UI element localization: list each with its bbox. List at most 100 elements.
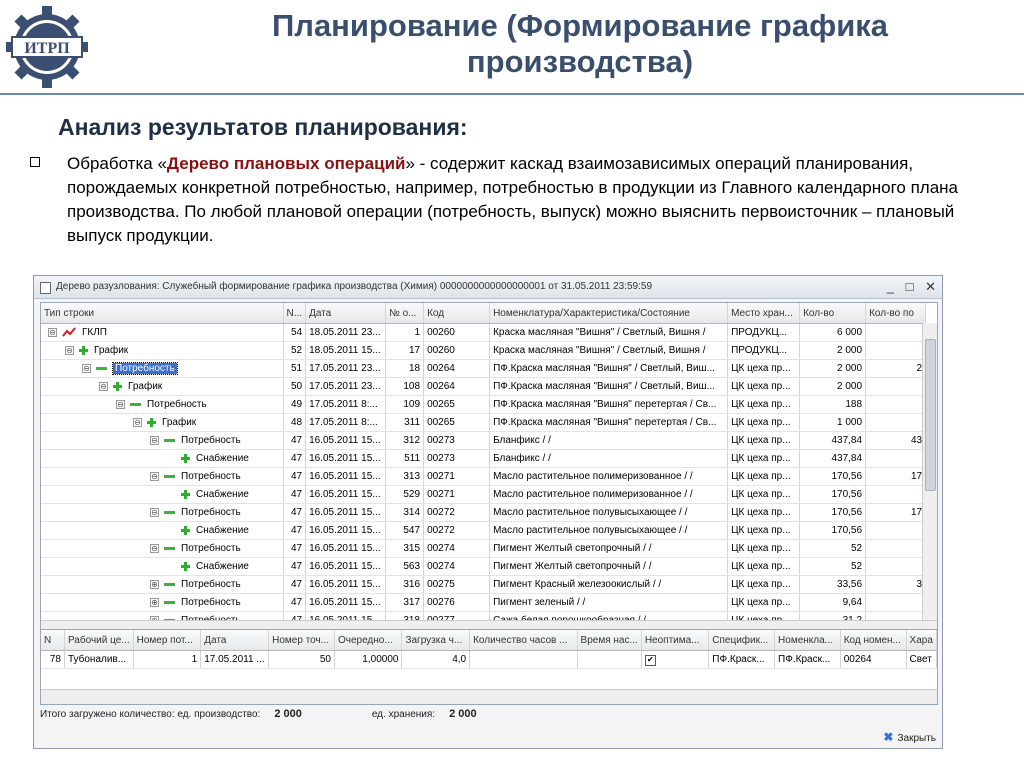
cell-nom[interactable]: Пигмент Желтый светопрочный / /: [489, 557, 729, 576]
cell-qty2[interactable]: [865, 557, 927, 576]
cell-qty2[interactable]: 43: [865, 431, 927, 450]
col-header[interactable]: Кол-во по: [865, 303, 927, 324]
cell-code[interactable]: 00271: [423, 485, 491, 504]
tree-row[interactable]: Снабжение 47 16.05.2011 15... 563 00274 Пигме…: [41, 557, 927, 576]
cell-no[interactable]: 18: [385, 359, 425, 378]
col-header[interactable]: Код номен...: [840, 630, 907, 651]
tree-row[interactable]: ⊖ Потребность 47 16.05.2011 15... 315 00274 Пи…: [41, 539, 927, 558]
tree-cell[interactable]: ⊖ График: [41, 377, 284, 396]
cell-qty2[interactable]: [865, 539, 927, 558]
cell-nom[interactable]: ПФ.Краска масляная "Вишня" / Светлый, Ви…: [489, 377, 729, 396]
tree-row[interactable]: Снабжение 47 16.05.2011 15... 511 00273 Бланф…: [41, 449, 927, 468]
cell-no[interactable]: 17: [385, 341, 425, 360]
cell-nom[interactable]: Масло растительное полимеризованное / /: [489, 485, 729, 504]
cell-code[interactable]: 00265: [423, 413, 491, 432]
cell-n[interactable]: 47: [283, 575, 307, 594]
cell-qty2[interactable]: 17: [865, 467, 927, 486]
cell-nom[interactable]: ПФ.Краска масляная "Вишня" перетертая / …: [489, 395, 729, 414]
cell-qty2[interactable]: 2: [865, 359, 927, 378]
cell-date[interactable]: 16.05.2011 15...: [305, 467, 387, 486]
cell-date[interactable]: 16.05.2011 15...: [305, 521, 387, 540]
cell-place[interactable]: ЦК цеха пр...: [727, 359, 801, 378]
cell-qty2[interactable]: [865, 413, 927, 432]
col-header[interactable]: Номер точ...: [268, 630, 335, 651]
cell-n[interactable]: 47: [283, 431, 307, 450]
cell-qty[interactable]: 437,84: [799, 449, 867, 468]
cell-date[interactable]: 16.05.2011 15...: [305, 593, 387, 612]
tree-cell[interactable]: ⊖ Потребность: [41, 503, 284, 522]
cell-n[interactable]: 52: [283, 341, 307, 360]
cell-qty2[interactable]: [865, 449, 927, 468]
col-header[interactable]: Кол-во: [799, 303, 867, 324]
tree-cell[interactable]: ⊖ График: [41, 413, 284, 432]
cell-no[interactable]: 109: [385, 395, 425, 414]
cell-place[interactable]: ЦК цеха пр...: [727, 467, 801, 486]
cell-code[interactable]: 00273: [423, 431, 491, 450]
cell-place[interactable]: ЦК цеха пр...: [727, 593, 801, 612]
cell-qty2[interactable]: [865, 377, 927, 396]
cell-nom[interactable]: Пигмент зеленый / /: [489, 593, 729, 612]
tree-row[interactable]: ⊖ График 48 17.05.2011 8:... 311 00265 ПФ.Крас…: [41, 413, 927, 432]
cell[interactable]: Тубоналив...: [64, 650, 134, 669]
col-header[interactable]: Рабочий це...: [64, 630, 134, 651]
cell-no[interactable]: 547: [385, 521, 425, 540]
cell-nom[interactable]: Масло растительное полимеризованное / /: [489, 467, 729, 486]
cell-n[interactable]: 47: [283, 557, 307, 576]
cell-code[interactable]: 00271: [423, 467, 491, 486]
tree-expander-icon[interactable]: ⊖: [116, 399, 125, 409]
tree-expander-icon[interactable]: ⊖: [150, 543, 159, 553]
cell-qty[interactable]: 1 000: [799, 413, 867, 432]
cell-qty[interactable]: 2 000: [799, 341, 867, 360]
cell-n[interactable]: 47: [283, 593, 307, 612]
tree-expander-icon[interactable]: ⊖: [150, 507, 159, 517]
cell-place[interactable]: ЦК цеха пр...: [727, 539, 801, 558]
cell-qty[interactable]: 170,56: [799, 521, 867, 540]
tree-row[interactable]: ⊖ График 52 18.05.2011 15... 17 00260 Краска м…: [41, 341, 927, 360]
cell-qty[interactable]: 170,56: [799, 467, 867, 486]
cell-qty[interactable]: 9,64: [799, 593, 867, 612]
cell-no[interactable]: 1: [385, 323, 425, 342]
cell-qty[interactable]: 170,56: [799, 503, 867, 522]
tree-row[interactable]: ⊖ Потребность 51 17.05.2011 23... 18 00264 ПФ.…: [41, 359, 927, 378]
tree-row[interactable]: ⊕ Потребность 47 16.05.2011 15... 316 00275 Пи…: [41, 575, 927, 594]
cell-qty[interactable]: 6 000: [799, 323, 867, 342]
cell[interactable]: 17.05.2011 ...: [200, 650, 270, 669]
cell[interactable]: ПФ.Краск...: [774, 650, 841, 669]
cell-n[interactable]: 47: [283, 485, 307, 504]
cell-no[interactable]: 314: [385, 503, 425, 522]
cell[interactable]: 1: [133, 650, 202, 669]
cell-place[interactable]: ЦК цеха пр...: [727, 449, 801, 468]
tree-cell[interactable]: ⊕ Потребность: [41, 575, 284, 594]
cell-place[interactable]: ЦК цеха пр...: [727, 557, 801, 576]
tree-cell[interactable]: ⊖ График: [41, 341, 284, 360]
cell-qty[interactable]: 2 000: [799, 377, 867, 396]
cell-nom[interactable]: Пигмент Красный железоокислый / /: [489, 575, 729, 594]
col-header[interactable]: Дата: [305, 303, 387, 324]
cell-code[interactable]: 00274: [423, 539, 491, 558]
tree-expander-icon[interactable]: ⊖: [99, 381, 108, 391]
cell-qty2[interactable]: [865, 593, 927, 612]
col-header[interactable]: Номенклатура/Характеристика/Состояние: [489, 303, 729, 324]
tree-cell[interactable]: ⊖ Потребность: [41, 395, 284, 414]
cell-place[interactable]: ЦК цеха пр...: [727, 521, 801, 540]
cell-no[interactable]: 108: [385, 377, 425, 396]
close-window-button[interactable]: ✕: [925, 279, 936, 294]
cell-no[interactable]: 511: [385, 449, 425, 468]
col-header[interactable]: Специфик...: [708, 630, 776, 651]
cell[interactable]: [577, 650, 642, 669]
cell-place[interactable]: ЦК цеха пр...: [727, 575, 801, 594]
tree-row[interactable]: ⊕ Потребность 47 16.05.2011 15... 317 00276 Пи…: [41, 593, 927, 612]
cell-nom[interactable]: Краска масляная "Вишня" / Светлый, Вишня…: [489, 341, 729, 360]
cell[interactable]: 1,00000: [334, 650, 403, 669]
tree-expander-icon[interactable]: ⊖: [48, 327, 57, 337]
cell-place[interactable]: ЦК цеха пр...: [727, 503, 801, 522]
tree-row[interactable]: ⊖ ГКЛП 54 18.05.2011 23... 1 00260 Краска масл…: [41, 323, 927, 342]
tree-cell[interactable]: ⊖ ГКЛП: [41, 323, 284, 342]
col-header[interactable]: Дата: [200, 630, 270, 651]
col-header[interactable]: Загрузка ч...: [401, 630, 471, 651]
tree-row[interactable]: ⊖ График 50 17.05.2011 23... 108 00264 ПФ.Крас…: [41, 377, 927, 396]
cell-n[interactable]: 48: [283, 413, 307, 432]
cell-date[interactable]: 17.05.2011 8:...: [305, 395, 387, 414]
checkbox[interactable]: ✔: [644, 654, 656, 666]
cell-n[interactable]: 47: [283, 539, 307, 558]
